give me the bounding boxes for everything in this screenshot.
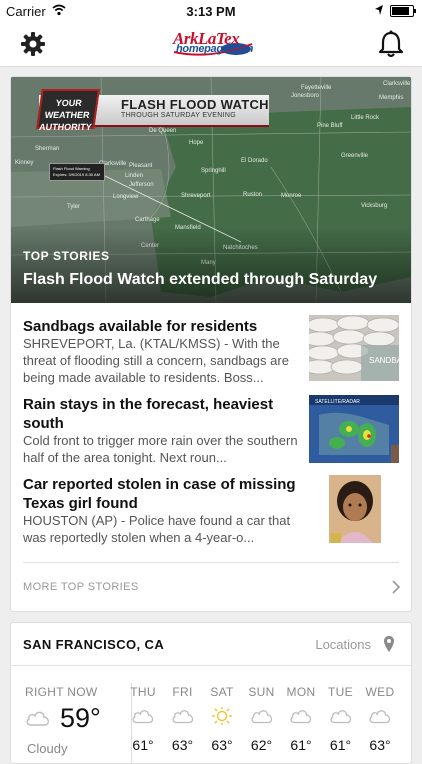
forecast-day-tue: TUE 61°: [321, 685, 361, 753]
map-place-label: El Dorado: [241, 158, 268, 164]
forecast-day-temp: 61°: [132, 737, 154, 753]
hero-story[interactable]: Fayetteville Jonesboro Clarksville Memphis L…: [11, 77, 411, 303]
cloud-icon: [369, 710, 391, 724]
forecast-day-thu: THU 61°: [123, 685, 163, 753]
map-place-label: Little Rock: [351, 115, 380, 121]
thumbnail-caption: SATELLITE/RADAR: [315, 399, 360, 405]
current-condition: Cloudy: [27, 741, 68, 756]
story-description: HOUSTON (AP) - Police have found a car t…: [23, 513, 291, 545]
battery-icon: [390, 5, 416, 17]
top-stories-card: Fayetteville Jonesboro Clarksville Memphis L…: [10, 76, 412, 612]
map-place-label: Pleasant: [129, 163, 153, 169]
flash-flood-graphic: YOUR WEATHER AUTHORITY FLASH FLOOD WATCH…: [36, 89, 269, 132]
right-now-label: RIGHT NOW: [25, 685, 98, 699]
map-place-label: Kinney: [15, 160, 33, 166]
forecast-day-temp: 62°: [250, 737, 273, 753]
graphic-subtitle: THROUGH SATURDAY EVENING: [121, 112, 236, 119]
hero-headline[interactable]: Flash Flood Watch extended through Satur…: [23, 271, 377, 289]
story-item[interactable]: Sandbags available for residents SHREVEP…: [23, 315, 399, 387]
map-place-label: Sherman: [35, 146, 59, 152]
forecast-day-temp: 61°: [290, 737, 312, 753]
map-place-label: Hope: [189, 140, 204, 146]
status-bar: Carrier 3:13 PM: [0, 0, 422, 22]
forecast-day-name: SAT: [210, 685, 234, 699]
notifications-bell-icon[interactable]: [378, 30, 404, 58]
forecast-day-name: SUN: [248, 685, 275, 699]
settings-gear-icon[interactable]: [20, 31, 46, 57]
thumbnail-caption: SANDBAG AVAILAB: [369, 356, 399, 365]
sandbags-thumbnail[interactable]: SANDBAG AVAILAB: [309, 315, 399, 381]
map-place-label: Jonesboro: [291, 93, 320, 99]
forecast-day-name: WED: [365, 685, 395, 699]
forecast-day-temp: 63°: [211, 737, 233, 753]
map-place-label: Greenville: [341, 153, 369, 159]
logo-text-homepage: homepage.com: [176, 43, 254, 55]
map-place-label: Jefferson: [129, 182, 154, 188]
map-place-label: Springhill: [201, 168, 226, 174]
hero-section-label: TOP STORIES: [23, 249, 110, 263]
map-place-label: Fayetteville: [301, 85, 332, 91]
your-weather-authority-badge: YOUR WEATHER AUTHORITY: [36, 89, 100, 132]
map-place-label: Linden: [125, 173, 143, 179]
map-place-label: Longview: [113, 194, 139, 200]
cloud-icon: [250, 710, 272, 724]
map-place-label: Clarksville: [383, 81, 411, 87]
hero-gradient: [11, 227, 411, 303]
forecast-day-name: THU: [130, 685, 156, 699]
cloud-icon: [132, 710, 154, 724]
more-top-stories-link[interactable]: MORE TOP STORIES: [23, 562, 401, 595]
forecast-day-temp: 61°: [329, 737, 352, 753]
locations-button[interactable]: Locations: [315, 637, 371, 652]
story-title[interactable]: Rain stays in the forecast, heaviest sou…: [23, 395, 303, 433]
forecast-day-sat: SAT 63°: [202, 685, 242, 753]
story-description: SHREVEPORT, La. (KTAL/KMSS) - With the t…: [23, 336, 289, 385]
story-title[interactable]: Car reported stolen in case of missing T…: [23, 475, 303, 513]
story-item[interactable]: Car reported stolen in case of missing T…: [23, 475, 399, 547]
story-item[interactable]: Rain stays in the forecast, heaviest sou…: [23, 395, 399, 467]
forecast-day-name: MON: [286, 685, 316, 699]
map-place-label: Memphis: [379, 95, 403, 101]
story-description: Cold front to trigger more rain over the…: [23, 433, 298, 465]
story-title[interactable]: Sandbags available for residents: [23, 317, 303, 336]
map-place-label: Carthage: [135, 217, 160, 223]
satellite-radar-thumbnail[interactable]: SATELLITE/RADAR: [309, 395, 399, 463]
weather-city: SAN FRANCISCO, CA: [23, 637, 165, 652]
cloud-icon: [26, 711, 49, 726]
location-pin-icon[interactable]: [383, 635, 395, 653]
chevron-right-icon[interactable]: [391, 579, 401, 595]
map-place-label: Vicksburg: [361, 203, 387, 209]
forecast-day-mon: MON 61°: [281, 685, 321, 753]
arklatex-logo: ArkLaTex homepage.com: [170, 29, 256, 58]
map-place-label: Pine Bluff: [317, 123, 343, 129]
clock: 3:13 PM: [186, 4, 236, 19]
weather-card: SAN FRANCISCO, CA Locations RIGHT NOW 59…: [10, 622, 412, 764]
nav-bar: ArkLaTex homepage.com: [0, 22, 422, 67]
map-place-label: Shreveport: [181, 193, 211, 199]
forecast-day-temp: 63°: [369, 737, 391, 753]
cloud-icon: [171, 710, 193, 724]
map-place-label: De Queen: [149, 128, 176, 134]
map-place-label: Ruston: [243, 192, 262, 198]
graphic-title: FLASH FLOOD WATCH: [121, 97, 269, 112]
cloud-icon: [290, 710, 312, 724]
forecast-day-fri: FRI 63°: [163, 685, 203, 753]
forecast-day-name: TUE: [328, 685, 353, 699]
warning-box: Flash Flood Warning Expires: 3/9/2019 8:…: [49, 163, 105, 181]
weather-divider: [11, 665, 411, 666]
forecast-day-wed: WED 63°: [360, 685, 400, 753]
map-place-label: Monroe: [281, 193, 302, 199]
forecast-day-sun: SUN 62°: [242, 685, 282, 753]
forecast-day-name: FRI: [172, 685, 193, 699]
forecast-day-temp: 63°: [171, 737, 194, 753]
missing-girl-photo-thumbnail[interactable]: [329, 475, 381, 543]
more-top-stories-label[interactable]: MORE TOP STORIES: [23, 581, 139, 593]
cloud-icon: [329, 710, 351, 724]
location-arrow-icon: [375, 5, 383, 15]
map-place-label: Tyler: [67, 204, 80, 210]
current-temperature: 59°: [60, 703, 101, 733]
sun-icon: [212, 707, 232, 725]
